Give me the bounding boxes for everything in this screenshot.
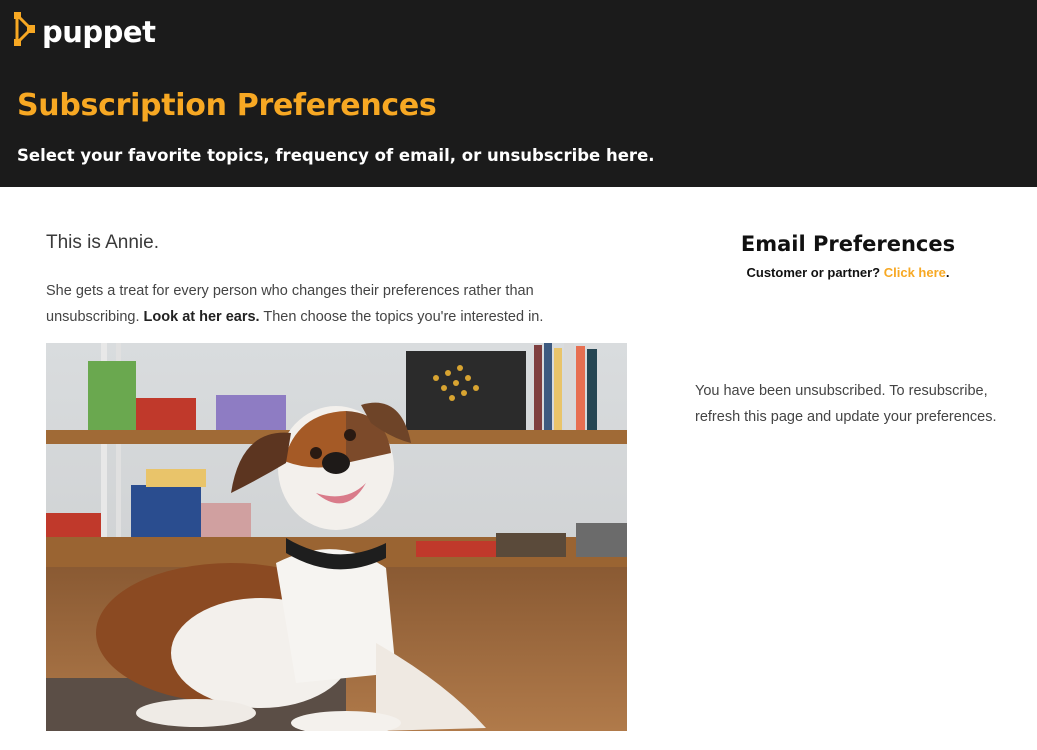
dog-photo-image — [46, 343, 627, 731]
logo-text: puppet — [42, 15, 156, 49]
dog-photo — [46, 343, 627, 731]
intro-text-bold: Look at her ears. — [143, 309, 260, 325]
customer-partner-prefix: Customer or partner? — [746, 265, 884, 280]
intro-heading: This is Annie. — [46, 232, 159, 253]
click-here-link[interactable]: Click here — [884, 265, 946, 280]
email-preferences-title: Email Preferences — [740, 232, 956, 256]
customer-partner-line: Customer or partner? Click here. — [698, 265, 998, 280]
customer-partner-suffix: . — [945, 265, 950, 280]
intro-text-after: Then choose the topics you're interested… — [259, 309, 544, 325]
unsubscribed-status-message: You have been unsubscribed. To resubscri… — [695, 383, 997, 425]
page-title: Subscription Preferences — [17, 88, 437, 123]
page-header: puppet Subscription Preferences Select y… — [0, 0, 1037, 187]
puppet-logo-icon — [14, 12, 35, 46]
puppet-logo[interactable]: puppet — [12, 10, 156, 50]
intro-paragraph: She gets a treat for every person who ch… — [46, 278, 606, 330]
page-subtitle: Select your favorite topics, frequency o… — [17, 146, 655, 165]
